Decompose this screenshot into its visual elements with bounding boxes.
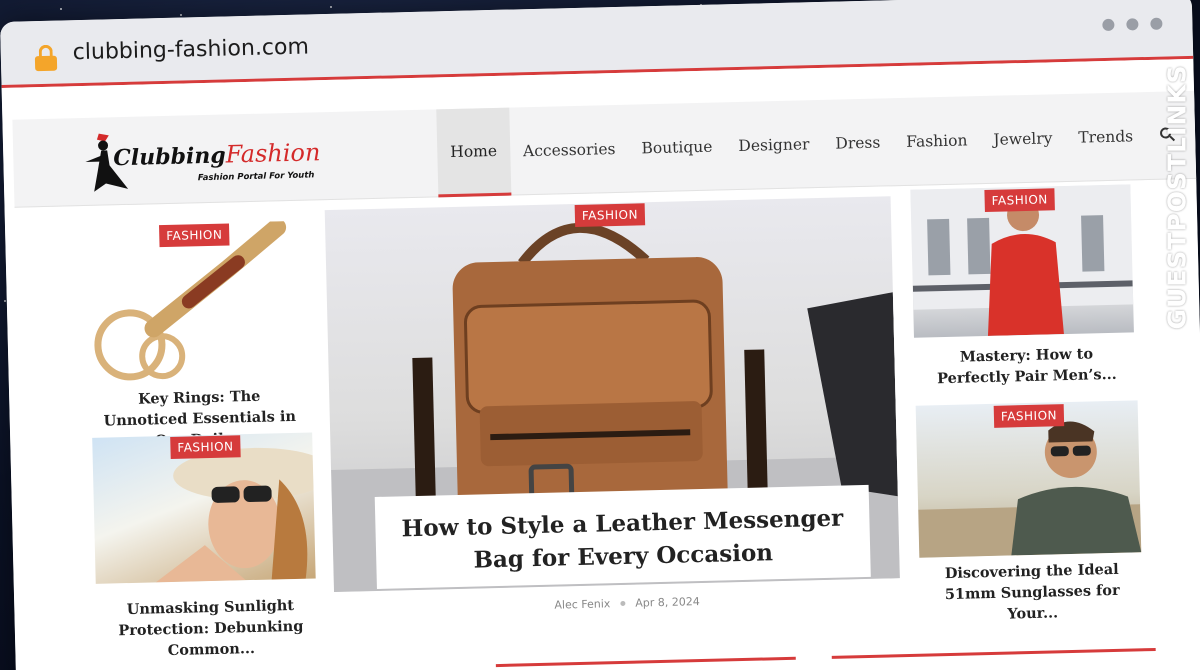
category-badge[interactable]: FASHION: [993, 404, 1065, 428]
window-dot[interactable]: [1150, 17, 1163, 30]
hero-article-title[interactable]: How to Style a Leather Messenger Bag for…: [383, 501, 862, 579]
article-title-sunlight[interactable]: Unmasking Sunlight Protection: Debunking…: [110, 595, 311, 663]
logo-tagline: Fashion Portal For Youth: [197, 170, 315, 184]
address-bar[interactable]: clubbing-fashion.com: [72, 34, 309, 65]
category-badge[interactable]: FASHION: [984, 188, 1056, 212]
nav-item-home[interactable]: Home: [436, 107, 512, 198]
website-viewport: ClubbingFashion Fashion Portal For Youth…: [1, 58, 1200, 670]
article-title-mastery[interactable]: Mastery: How to Perfectly Pair Men’s...: [926, 343, 1127, 390]
watermark-text: GUESTPOSTLINKS: [1162, 64, 1192, 330]
publish-date: Apr 8, 2024: [635, 595, 700, 610]
nav-item-trends[interactable]: Trends: [1064, 92, 1147, 182]
meta-separator: [620, 600, 626, 606]
nav-item-boutique[interactable]: Boutique: [627, 102, 726, 192]
hero-meta: Alec Fenix Apr 8, 2024: [554, 595, 700, 612]
lock-icon: [34, 44, 58, 72]
article-title-sunglasses[interactable]: Discovering the Ideal 51mm Sunglasses fo…: [932, 559, 1133, 627]
window-dot[interactable]: [1126, 18, 1139, 31]
guestpostlinks-watermark: GUESTPOSTLINKS: [1154, 54, 1194, 354]
logo-wordmark: ClubbingFashion: [113, 138, 321, 171]
nav-item-jewelry[interactable]: Jewelry: [979, 94, 1066, 184]
category-badge[interactable]: FASHION: [170, 435, 241, 459]
nav-item-accessories[interactable]: Accessories: [509, 105, 630, 196]
logo-name-part2: Fashion: [225, 138, 321, 169]
section-divider: [495, 656, 796, 668]
hero-caption-box: How to Style a Leather Messenger Bag for…: [374, 484, 871, 589]
category-badge[interactable]: FASHION: [159, 223, 230, 248]
nav-item-dress[interactable]: Dress: [821, 98, 894, 188]
site-logo[interactable]: ClubbingFashion Fashion Portal For Youth: [79, 122, 321, 198]
window-controls: [1102, 17, 1163, 32]
nav-item-fashion[interactable]: Fashion: [892, 96, 981, 186]
section-divider: [831, 647, 1156, 659]
main-navigation: Home Accessories Boutique Designer Dress…: [436, 91, 1187, 198]
logo-name-part1: Clubbing: [113, 142, 227, 172]
nav-item-designer[interactable]: Designer: [724, 100, 823, 190]
category-badge[interactable]: FASHION: [574, 203, 646, 228]
window-dot[interactable]: [1102, 18, 1115, 32]
browser-window: clubbing-fashion.com ClubbingFashion Fas…: [0, 0, 1200, 670]
author-link[interactable]: Alec Fenix: [554, 597, 610, 611]
